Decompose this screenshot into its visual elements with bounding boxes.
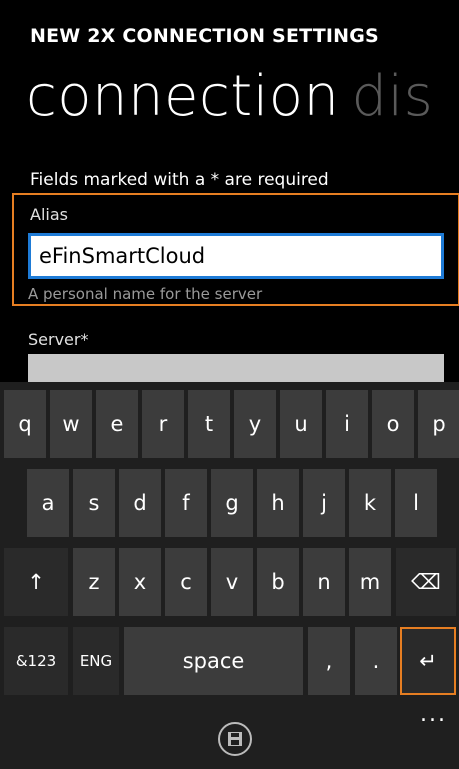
key-t[interactable]: t <box>188 390 230 458</box>
key-d[interactable]: d <box>119 469 161 537</box>
language-key[interactable]: ENG <box>73 627 119 695</box>
key-a[interactable]: a <box>27 469 69 537</box>
key-e[interactable]: e <box>96 390 138 458</box>
more-button[interactable]: ... <box>420 702 447 727</box>
key-b[interactable]: b <box>257 548 299 616</box>
shift-key[interactable]: ↑ <box>4 548 68 616</box>
key-r[interactable]: r <box>142 390 184 458</box>
key-k[interactable]: k <box>349 469 391 537</box>
pivot-item-connection[interactable]: connection <box>26 64 340 129</box>
pivot-item-next[interactable]: dis <box>352 64 434 129</box>
key-i[interactable]: i <box>326 390 368 458</box>
enter-key[interactable]: ↵ <box>400 627 456 695</box>
period-key[interactable]: . <box>355 627 397 695</box>
alias-input[interactable] <box>28 233 444 279</box>
key-u[interactable]: u <box>280 390 322 458</box>
floppy-disk-icon <box>228 732 242 746</box>
key-x[interactable]: x <box>119 548 161 616</box>
key-h[interactable]: h <box>257 469 299 537</box>
key-n[interactable]: n <box>303 548 345 616</box>
key-s[interactable]: s <box>73 469 115 537</box>
alias-label: Alias <box>30 205 68 224</box>
page-title: NEW 2X CONNECTION SETTINGS <box>30 25 379 47</box>
key-p[interactable]: p <box>418 390 459 458</box>
key-g[interactable]: g <box>211 469 253 537</box>
key-o[interactable]: o <box>372 390 414 458</box>
symbols-key[interactable]: &123 <box>4 627 68 695</box>
pivot-header: connection dis <box>26 64 433 129</box>
key-v[interactable]: v <box>211 548 253 616</box>
space-key[interactable]: space <box>124 627 303 695</box>
backspace-key[interactable]: ⌫ <box>396 548 456 616</box>
comma-key[interactable]: , <box>308 627 350 695</box>
alias-hint: A personal name for the server <box>28 285 263 303</box>
key-f[interactable]: f <box>165 469 207 537</box>
key-l[interactable]: l <box>395 469 437 537</box>
server-input[interactable] <box>28 354 444 382</box>
key-w[interactable]: w <box>50 390 92 458</box>
key-y[interactable]: y <box>234 390 276 458</box>
required-note: Fields marked with a * are required <box>30 170 329 190</box>
server-label: Server* <box>28 330 89 349</box>
key-m[interactable]: m <box>349 548 391 616</box>
key-j[interactable]: j <box>303 469 345 537</box>
key-c[interactable]: c <box>165 548 207 616</box>
key-q[interactable]: q <box>4 390 46 458</box>
save-button[interactable] <box>218 722 252 756</box>
key-z[interactable]: z <box>73 548 115 616</box>
